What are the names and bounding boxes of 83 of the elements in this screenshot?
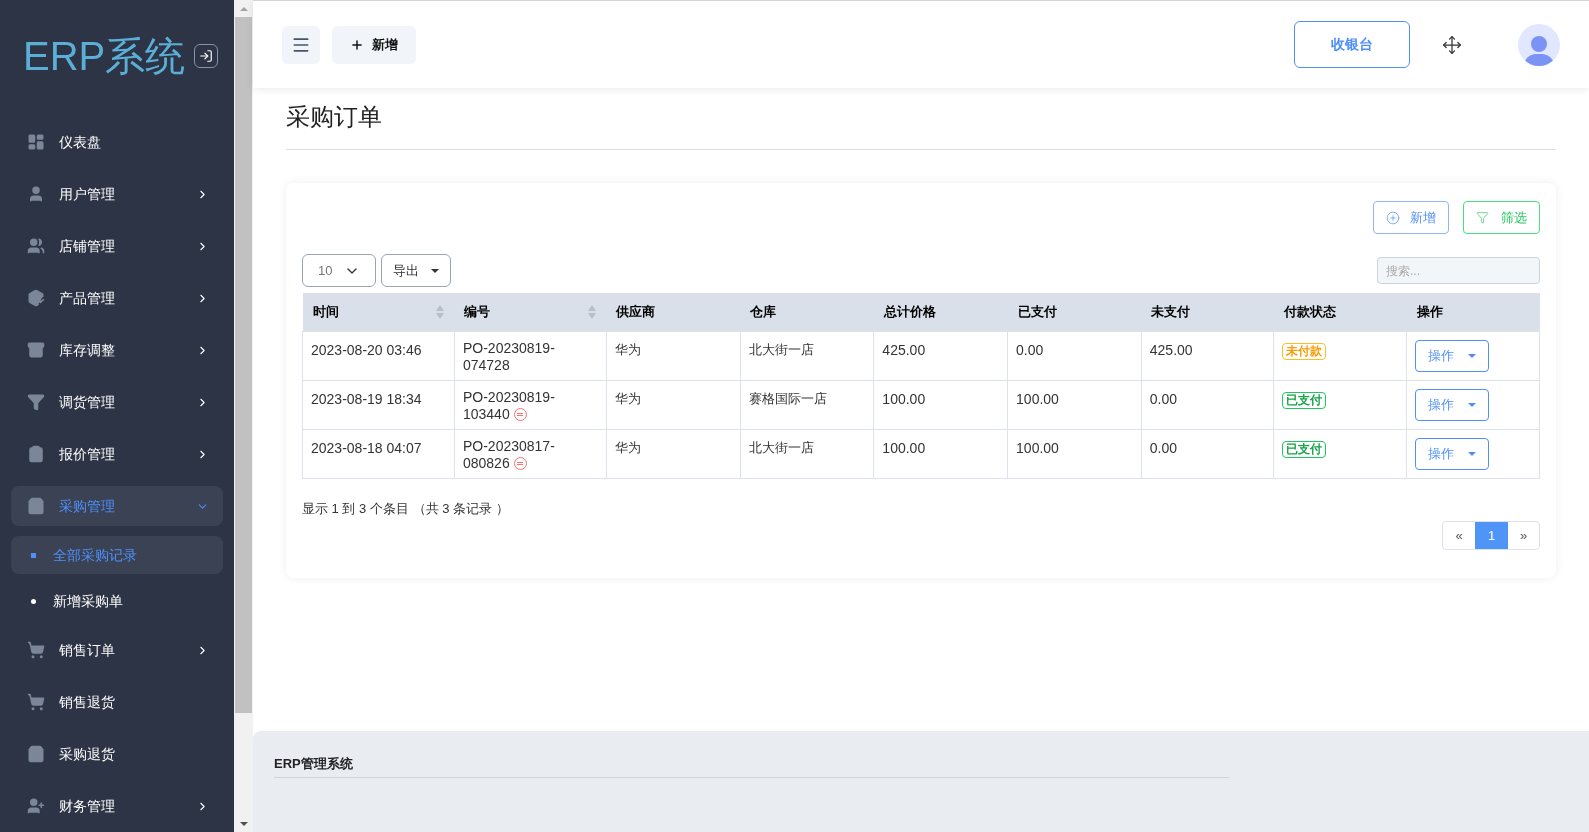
funnel-icon (27, 393, 45, 411)
archive-icon (27, 341, 45, 359)
status-badge: 未付款 (1282, 342, 1327, 360)
sidebar-item[interactable]: 销售订单 (11, 630, 223, 670)
table-cell: 0.00 (1141, 380, 1274, 429)
export-button[interactable]: 导出 (381, 254, 451, 287)
table-cell: 100.00 (873, 429, 1008, 478)
users-icon (27, 237, 45, 255)
column-header: 付款状态 (1274, 293, 1407, 331)
table-cell: 0.00 (1007, 331, 1142, 380)
caret-icon (1468, 353, 1477, 358)
scrollbar[interactable] (234, 0, 253, 832)
table-cell: PO-20230819-103440 (454, 380, 607, 429)
page-title: 采购订单 (286, 99, 382, 150)
table-cell: 华为 (606, 429, 741, 478)
plus-circle-icon (1386, 210, 1400, 225)
sidebar-item[interactable]: 采购退货 (11, 734, 223, 774)
table-cell: 2023-08-20 03:46 (302, 331, 455, 380)
column-header: 仓库 (740, 293, 874, 331)
bullet-icon (31, 598, 36, 604)
dashboard-icon (27, 133, 45, 151)
menu-button[interactable] (282, 25, 320, 64)
cart-icon (27, 641, 45, 659)
sidebar-item[interactable]: 报价管理 (11, 434, 223, 474)
user-icon (27, 185, 45, 203)
table-cell: PO-20230819-074728 (454, 331, 607, 380)
package-icon (27, 289, 45, 307)
sidebar-item[interactable]: 仪表盘 (11, 122, 223, 162)
table-cell: 100.00 (873, 380, 1008, 429)
table-cell: 2023-08-18 04:07 (302, 429, 455, 478)
column-header: 总计价格 (873, 293, 1008, 331)
sidebar-subitem[interactable]: 新增采购单 (11, 582, 223, 620)
table-summary: 显示 1 到 3 个条目 （共 3 条记录 ） (302, 499, 510, 518)
sort-icon (436, 304, 445, 319)
sidebar-item[interactable]: 用户管理 (11, 174, 223, 214)
cart-icon (27, 693, 45, 711)
sidebar-item[interactable]: 库存调整 (11, 330, 223, 370)
fullscreen-icon[interactable] (1442, 34, 1462, 55)
status-badge: 已支付 (1282, 440, 1327, 458)
table-cell: 华为 (606, 380, 741, 429)
sort-icon (588, 304, 597, 319)
table-cell: 华为 (606, 331, 741, 380)
table-cell: 0.00 (1141, 429, 1274, 478)
column-header[interactable]: 时间 (302, 293, 455, 331)
plus-icon (350, 37, 364, 52)
column-header[interactable]: 编号 (454, 293, 607, 331)
search-field[interactable]: 搜索... (1377, 257, 1540, 284)
collapse-button[interactable] (194, 44, 218, 68)
table-cell: 100.00 (1007, 429, 1142, 478)
table-cell: 2023-08-19 18:34 (302, 380, 455, 429)
status-badge: 已支付 (1282, 391, 1327, 409)
sign-in-icon (199, 49, 213, 63)
column-header: 供应商 (606, 293, 741, 331)
caret-icon (1468, 451, 1477, 456)
user-plus-icon (27, 797, 45, 815)
table-cell: PO-20230817-080826 (454, 429, 607, 478)
table-cell: 100.00 (1007, 380, 1142, 429)
table-cell: 425.00 (873, 331, 1008, 380)
caret-icon (431, 268, 439, 273)
scroll-down-icon[interactable] (239, 821, 248, 826)
page-size-select[interactable]: 10 (302, 254, 376, 287)
sidebar-item[interactable]: 店铺管理 (11, 226, 223, 266)
logo-text: ERP系统 (23, 36, 186, 76)
sidebar-item[interactable]: 产品管理 (11, 278, 223, 318)
caret-icon (1468, 402, 1477, 407)
next-page-button[interactable]: » (1508, 522, 1539, 549)
table-cell: 425.00 (1141, 331, 1274, 380)
column-header: 已支付 (1007, 293, 1142, 331)
bullet-icon (31, 552, 36, 558)
avatar[interactable] (1518, 23, 1560, 66)
sidebar-item[interactable]: 财务管理 (11, 786, 223, 826)
table-cell: 北大街一店 (740, 331, 874, 380)
new-button[interactable]: 新增 (332, 25, 416, 64)
funnel-icon (1476, 211, 1489, 224)
table-cell: 赛格国际一店 (740, 380, 874, 429)
column-header: 未支付 (1141, 293, 1274, 331)
table-cell: 北大街一店 (740, 429, 874, 478)
column-header: 操作 (1406, 293, 1540, 331)
scroll-up-icon[interactable] (239, 6, 248, 11)
sidebar-item[interactable]: 销售退货 (11, 682, 223, 722)
footer-text: ERP管理系统 (274, 756, 353, 771)
previous-page-button[interactable]: « (1443, 522, 1475, 549)
sidebar-item[interactable]: 调货管理 (11, 382, 223, 422)
